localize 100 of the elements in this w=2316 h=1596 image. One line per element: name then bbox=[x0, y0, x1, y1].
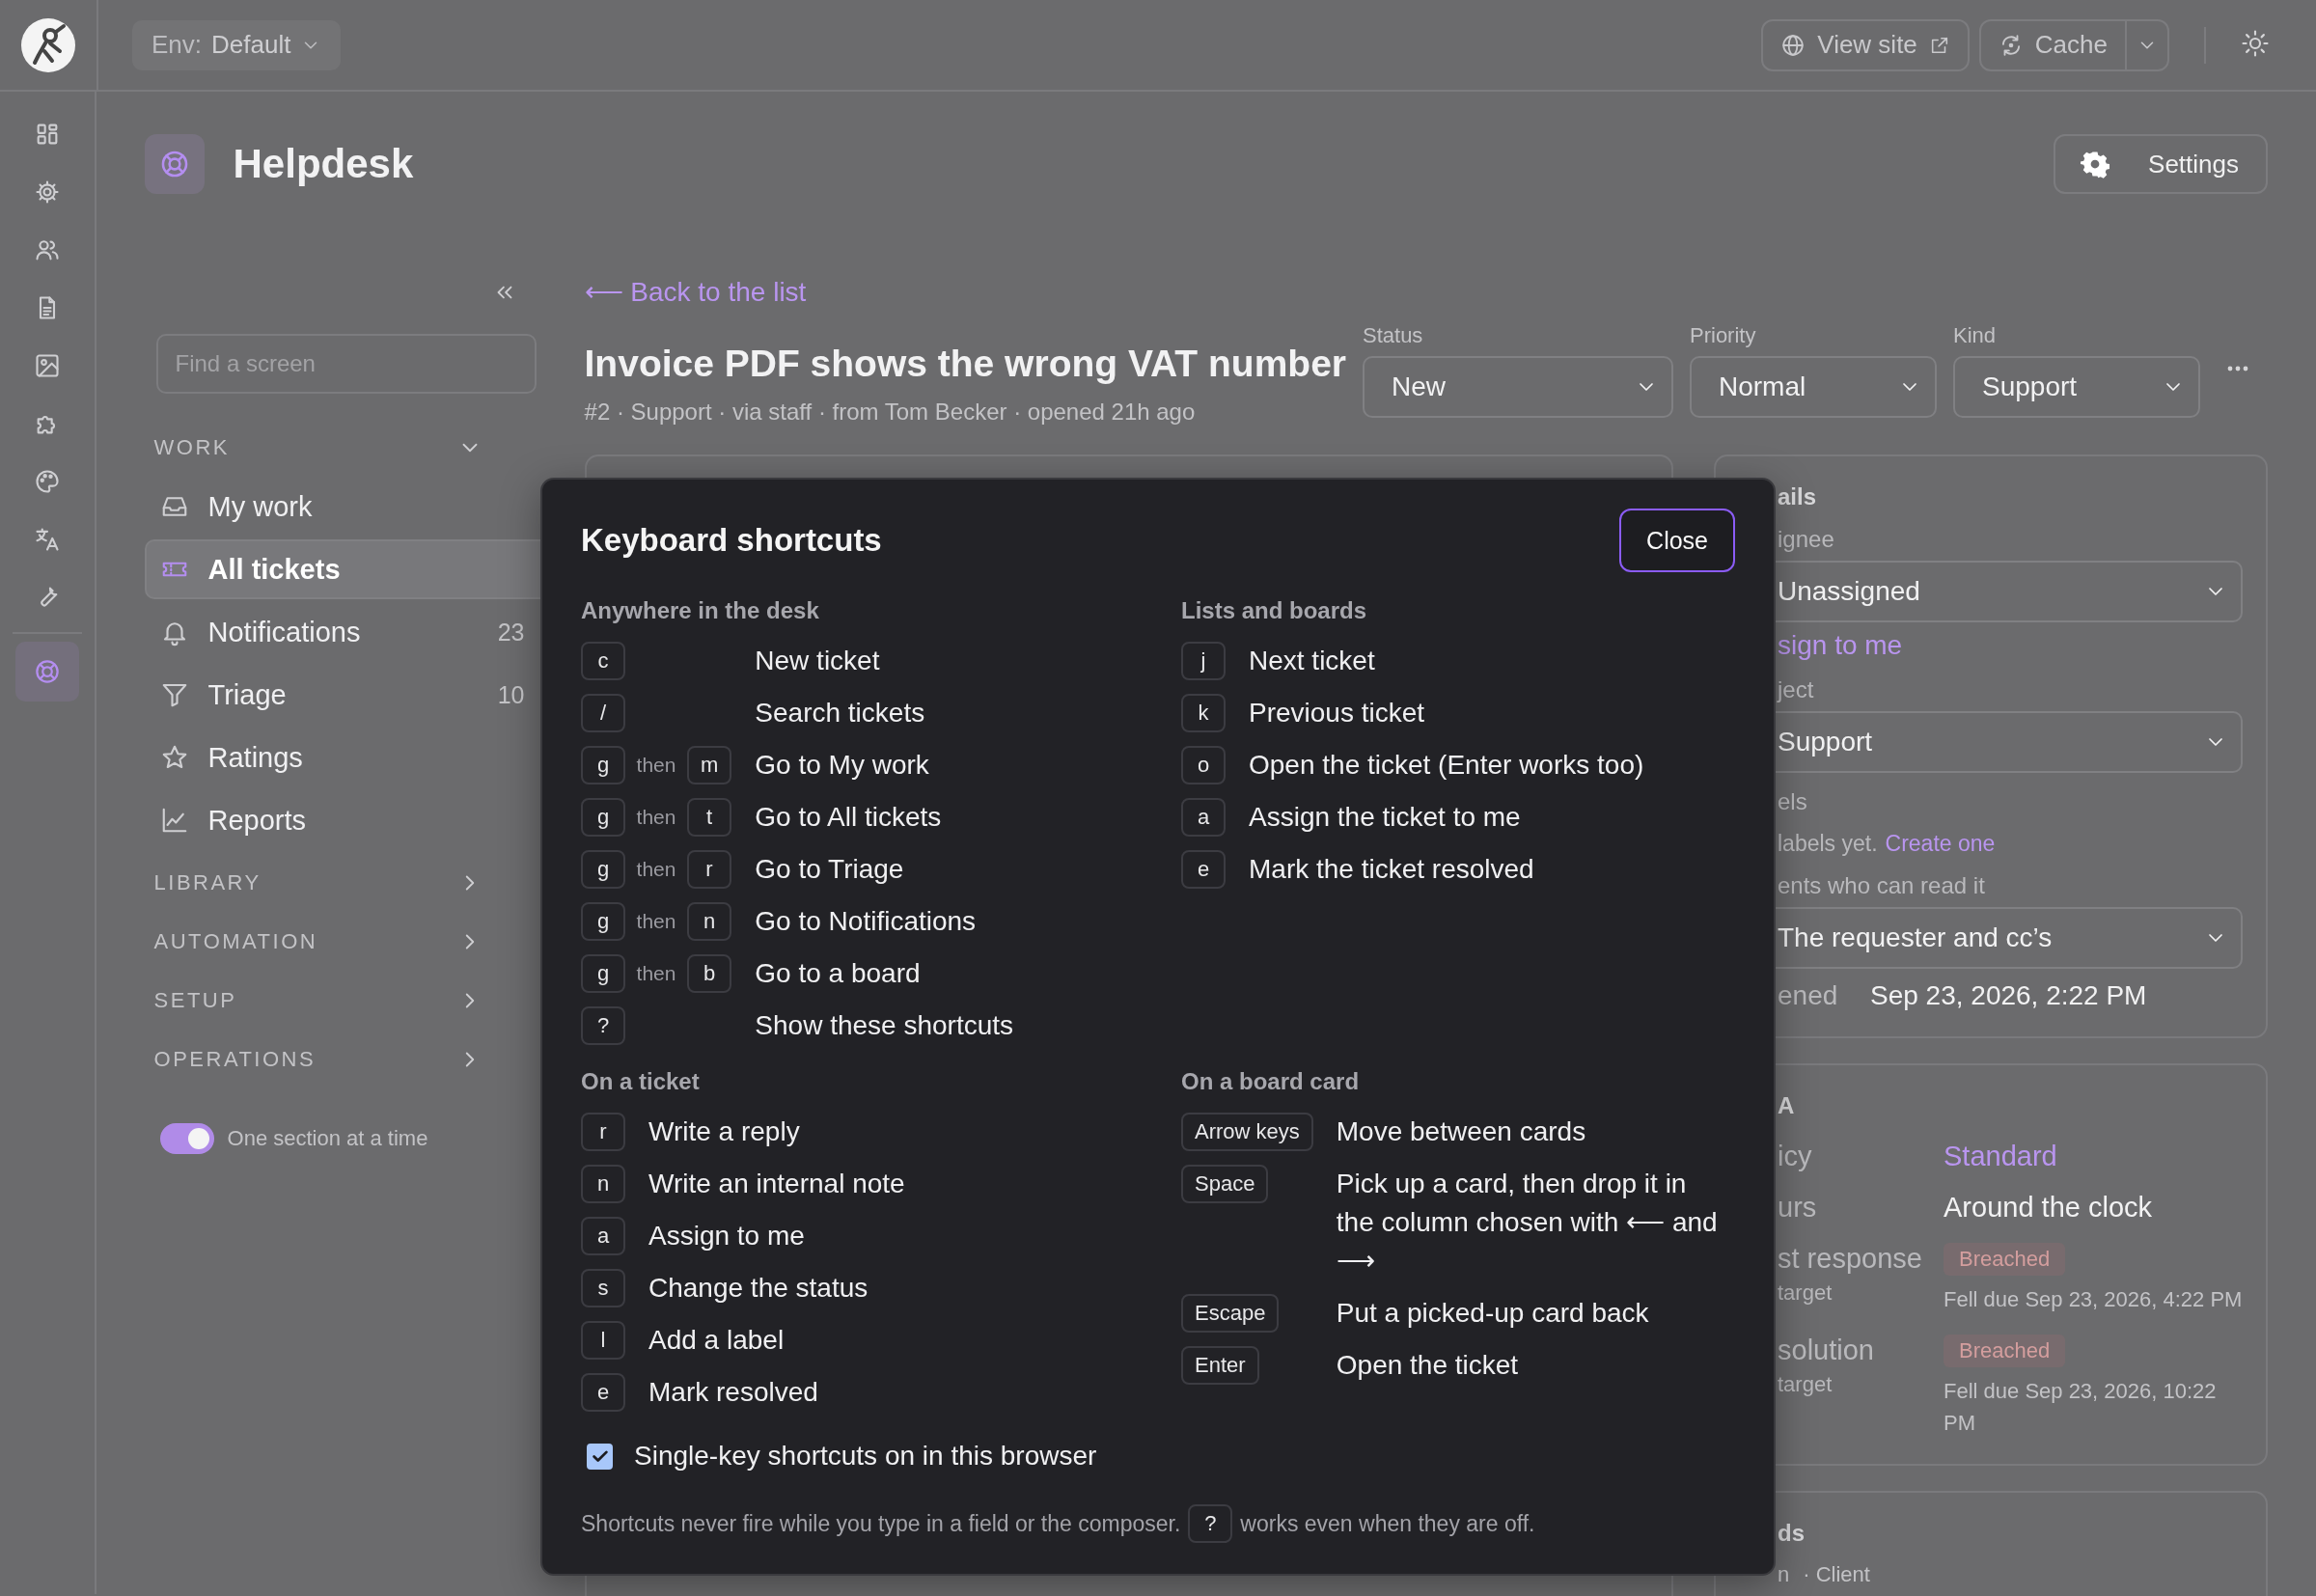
key-cap: n bbox=[581, 1165, 625, 1203]
shortcut-description: Go to Triage bbox=[755, 853, 905, 886]
settings-button[interactable]: Settings bbox=[2054, 134, 2268, 194]
section-heading: Lists and boards bbox=[1181, 597, 1368, 624]
card-heading: ds bbox=[1778, 1520, 1806, 1547]
field-label: solution bbox=[1778, 1335, 1875, 1366]
toggle-label: One section at a time bbox=[227, 1126, 428, 1151]
key-cap: ? bbox=[581, 1006, 625, 1045]
footnote-text: works even when they are off. bbox=[1240, 1510, 1535, 1537]
field-label: ents who can read it bbox=[1778, 872, 1986, 899]
shortcut-description: Write an internal note bbox=[648, 1168, 906, 1200]
logo-icon[interactable] bbox=[21, 17, 75, 72]
section-header[interactable]: OPERATIONS bbox=[153, 1030, 482, 1088]
shortcut-description: Pick up a card, then drop it in the column chosen with ⟵ and ⟶ bbox=[1336, 1168, 1719, 1278]
environment-dropdown[interactable]: Env: Default bbox=[132, 19, 342, 70]
then-label: then bbox=[635, 754, 677, 777]
key-cap: s bbox=[581, 1269, 625, 1307]
key-cap: b bbox=[687, 954, 731, 993]
section-header[interactable]: LIBRARY bbox=[153, 853, 482, 912]
card-text: n bbox=[1778, 1562, 1790, 1587]
key-cap: ? bbox=[1188, 1504, 1233, 1543]
field-label: ignee bbox=[1778, 526, 1835, 553]
section-header[interactable]: AUTOMATION bbox=[153, 912, 482, 971]
field-label: Priority bbox=[1690, 323, 1757, 348]
shortcut-description: Next ticket bbox=[1249, 645, 1376, 677]
shortcut-description: Move between cards bbox=[1336, 1115, 1587, 1148]
status-badge: Breached bbox=[1944, 1335, 2066, 1367]
section-header[interactable]: SETUP bbox=[153, 971, 482, 1030]
field-value: Sep 23, 2026, 2:22 PM bbox=[1870, 980, 2147, 1011]
key-cap: o bbox=[1181, 746, 1226, 784]
ticket-meta: #2 · Support · via staff · from Tom Becker · opened 21h ago bbox=[584, 399, 1197, 426]
key-cap: r bbox=[581, 1113, 625, 1151]
gear-icon bbox=[2081, 150, 2110, 179]
key-cap: g bbox=[581, 746, 625, 784]
key-cap: Enter bbox=[1181, 1346, 1259, 1385]
card-text: · Client bbox=[1803, 1562, 1870, 1587]
section-heading: On a board card bbox=[1181, 1068, 1361, 1095]
select-field[interactable]: New bbox=[1363, 356, 1673, 418]
sidebar-item[interactable]: Triage 10 bbox=[144, 665, 538, 725]
card-heading: ails bbox=[1778, 483, 1818, 510]
shortcut-description: Assign the ticket to me bbox=[1249, 801, 1522, 834]
key-cap: t bbox=[687, 798, 731, 837]
shortcut-description: Go to My work bbox=[755, 749, 930, 782]
key-cap: g bbox=[581, 850, 625, 889]
select-field[interactable]: Support bbox=[1953, 356, 2200, 418]
status-badge: Breached bbox=[1944, 1243, 2066, 1276]
shortcut-description: Put a picked-up card back bbox=[1336, 1297, 1650, 1330]
select-field[interactable]: Normal bbox=[1690, 356, 1937, 418]
key-cap: k bbox=[1181, 694, 1226, 732]
key-cap: e bbox=[581, 1373, 625, 1412]
globe-icon bbox=[1780, 32, 1806, 58]
due-text: Fell due Sep 23, 2026, 4:22 PM bbox=[1944, 1286, 2243, 1313]
lifebuoy-icon[interactable] bbox=[14, 642, 79, 702]
field-label: ject bbox=[1778, 676, 1815, 703]
cache-button[interactable]: Cache bbox=[1978, 18, 2126, 71]
section-heading: Anywhere in the desk bbox=[581, 597, 820, 624]
footnote-text: Shortcuts never fire while you type in a field or the composer. bbox=[581, 1510, 1181, 1537]
view-site-button[interactable]: View site bbox=[1761, 18, 1970, 71]
then-label: then bbox=[635, 806, 677, 829]
more-icon[interactable] bbox=[2227, 366, 2248, 371]
page-title: Helpdesk bbox=[233, 141, 415, 187]
key-cap: Space bbox=[1181, 1165, 1269, 1203]
sidebar-item[interactable]: My work bbox=[144, 477, 538, 537]
shortcut-description: Show these shortcuts bbox=[755, 1009, 1015, 1042]
checkbox[interactable] bbox=[587, 1443, 613, 1470]
checkbox-label: Single-key shortcuts on in this browser bbox=[634, 1441, 1097, 1472]
field-label: Status bbox=[1363, 323, 1424, 348]
toggle-switch[interactable] bbox=[159, 1123, 214, 1154]
ticket-title: Invoice PDF shows the wrong VAT number bbox=[584, 343, 1346, 385]
field-label: icy bbox=[1778, 1141, 1813, 1172]
key-cap: e bbox=[1181, 850, 1226, 889]
field-label: Kind bbox=[1953, 323, 1998, 348]
section-heading: On a ticket bbox=[581, 1068, 701, 1095]
key-cap: r bbox=[687, 850, 731, 889]
key-cap: Arrow keys bbox=[1181, 1113, 1313, 1151]
due-text: Fell due Sep 23, 2026, 10:22 PM bbox=[1944, 1378, 2218, 1437]
shortcut-description: Search tickets bbox=[755, 697, 926, 729]
shortcut-description: Go to Notifications bbox=[755, 905, 978, 938]
field-sublabel: target bbox=[1778, 1372, 1834, 1397]
field-label: els bbox=[1778, 788, 1808, 815]
section-header[interactable]: WORK bbox=[153, 419, 482, 477]
key-cap: a bbox=[581, 1217, 625, 1255]
shortcut-description: Go to a board bbox=[755, 957, 922, 990]
card-heading: A bbox=[1778, 1092, 1796, 1119]
key-cap: a bbox=[1181, 798, 1226, 837]
lifebuoy-icon bbox=[144, 134, 205, 194]
search-field[interactable]: Find a screen bbox=[155, 334, 537, 394]
close-button[interactable]: Close bbox=[1619, 509, 1735, 572]
sidebar-item[interactable]: Reports bbox=[144, 790, 538, 850]
key-cap: g bbox=[581, 902, 625, 941]
sidebar-item[interactable]: Notifications 23 bbox=[144, 602, 538, 662]
sun-icon[interactable] bbox=[2241, 28, 2270, 58]
shortcut-description: Previous ticket bbox=[1249, 697, 1426, 729]
shortcut-description: Mark resolved bbox=[648, 1376, 819, 1409]
shortcut-description: Open the ticket (Enter works too) bbox=[1249, 749, 1645, 782]
key-cap: g bbox=[581, 798, 625, 837]
sidebar-item[interactable]: Ratings bbox=[144, 728, 538, 787]
key-cap: j bbox=[1181, 642, 1226, 680]
key-cap: l bbox=[581, 1321, 625, 1360]
empty-note: labels yet. bbox=[1778, 831, 1878, 857]
